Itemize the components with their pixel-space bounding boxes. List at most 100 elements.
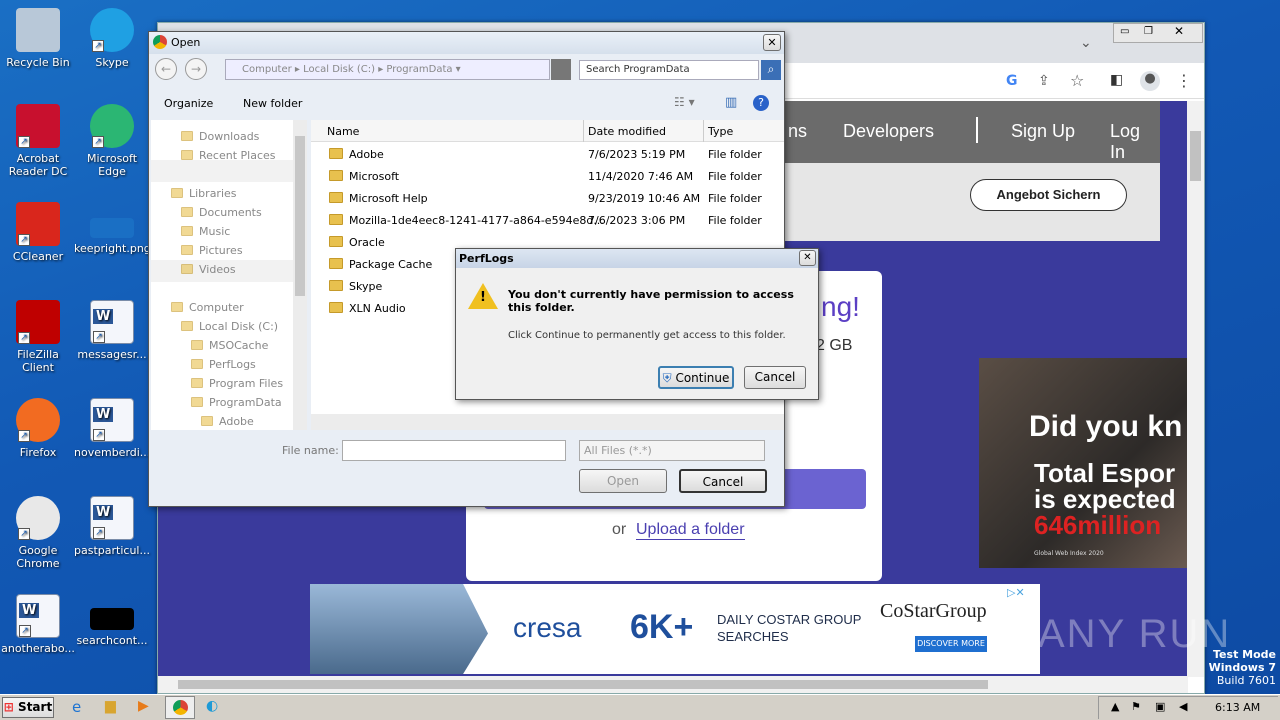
desktop-icon[interactable]: W ↗ pastparticul... bbox=[74, 496, 150, 557]
tray-expand-icon[interactable]: ▲ bbox=[1111, 700, 1119, 713]
open-dialog-cancel-button[interactable]: Cancel bbox=[679, 469, 767, 493]
close-icon[interactable]: ✕ bbox=[1174, 24, 1184, 38]
share-icon[interactable]: ⇪ bbox=[1038, 73, 1050, 89]
tree-item[interactable]: Computer bbox=[171, 301, 244, 314]
desktop-icon[interactable]: ↗ CCleaner bbox=[0, 202, 76, 263]
cresa-banner[interactable]: cresa 6K+ DAILY COSTAR GROUP SEARCHES Co… bbox=[310, 584, 1040, 674]
nav-developers[interactable]: Developers bbox=[843, 121, 934, 142]
tree-scrollbar[interactable] bbox=[293, 120, 307, 430]
breadcrumb[interactable]: Computer ▸ Local Disk (C:) ▸ ProgramData… bbox=[225, 59, 550, 80]
tree-item[interactable]: Adobe bbox=[201, 415, 254, 428]
crumb-programdata[interactable]: ProgramData bbox=[386, 64, 452, 75]
col-type[interactable]: Type bbox=[708, 125, 733, 138]
nav-login[interactable]: Log In bbox=[1110, 121, 1160, 163]
discover-more-button[interactable]: DISCOVER MORE bbox=[915, 636, 987, 652]
col-date[interactable]: Date modified bbox=[588, 125, 666, 138]
help-icon[interactable]: ? bbox=[753, 95, 769, 111]
nav-plans-partial[interactable]: ns bbox=[788, 121, 807, 142]
tree-item-label: Pictures bbox=[199, 244, 243, 257]
file-row[interactable]: Microsoft Help 9/23/2019 10:46 AM File fol… bbox=[329, 192, 762, 214]
tree-item[interactable]: Recent Places bbox=[181, 149, 276, 162]
nav-signup[interactable]: Sign Up bbox=[1011, 121, 1075, 142]
tree-item[interactable]: Documents bbox=[181, 206, 262, 219]
tab-search-icon[interactable]: ⌄ bbox=[1080, 35, 1092, 51]
filename-input[interactable] bbox=[342, 440, 566, 461]
desktop-icon[interactable]: ↗ FileZilla Client bbox=[0, 300, 76, 374]
search-input[interactable]: Search ProgramData bbox=[579, 60, 759, 80]
view-options-icon[interactable]: ☷ ▾ bbox=[674, 95, 695, 109]
col-name[interactable]: Name bbox=[327, 125, 359, 138]
tree-item[interactable]: Program Files bbox=[191, 377, 283, 390]
new-folder-button[interactable]: New folder bbox=[243, 97, 302, 110]
ie-icon[interactable]: e bbox=[72, 698, 81, 716]
clock[interactable]: 6:13 AM bbox=[1215, 701, 1260, 714]
google-icon[interactable]: G bbox=[1006, 73, 1018, 89]
crumb-localdisk[interactable]: Local Disk (C:) bbox=[303, 64, 375, 75]
menu-icon[interactable]: ⋮ bbox=[1176, 71, 1192, 90]
preview-pane-icon[interactable]: ▥ bbox=[725, 95, 737, 110]
desktop-icon[interactable]: ↗ Firefox bbox=[0, 398, 76, 459]
tree-item[interactable]: Videos bbox=[181, 263, 236, 276]
ad-image[interactable]: Did you kn Total Espor is expected 646mi… bbox=[979, 358, 1188, 568]
horizontal-scrollbar[interactable] bbox=[158, 676, 1188, 693]
permission-close-button[interactable]: ✕ bbox=[799, 250, 816, 266]
media-player-icon[interactable]: ▶ bbox=[138, 698, 149, 714]
tree-item[interactable]: ProgramData bbox=[191, 396, 282, 409]
angebot-sichern-button[interactable]: Angebot Sichern bbox=[970, 179, 1127, 211]
side-panel-icon[interactable]: ◧ bbox=[1110, 72, 1123, 88]
uac-shield-icon: ⛨ bbox=[662, 371, 672, 385]
file-row[interactable]: XLN Audio bbox=[329, 302, 406, 324]
desktop-icon[interactable]: searchcont... bbox=[74, 594, 150, 647]
explorer-icon[interactable]: ▆ bbox=[105, 698, 116, 714]
open-dialog-close-button[interactable]: ✕ bbox=[763, 34, 781, 51]
desktop-icon[interactable]: W ↗ anotherabo... bbox=[0, 594, 76, 655]
minimize-icon[interactable]: ▭ bbox=[1120, 26, 1129, 37]
network-icon[interactable]: ▣ bbox=[1155, 700, 1165, 713]
file-list-hscroll[interactable] bbox=[311, 414, 784, 430]
tree-item[interactable]: Libraries bbox=[171, 187, 237, 200]
desktop-icon[interactable]: ↗ Google Chrome bbox=[0, 496, 76, 570]
desktop-icon[interactable]: ↗ Microsoft Edge bbox=[74, 104, 150, 178]
upload-folder-link[interactable]: Upload a folder bbox=[636, 521, 745, 540]
desktop-icon[interactable]: keepright.png bbox=[74, 202, 151, 255]
start-button[interactable]: ⊞ Start bbox=[2, 697, 54, 718]
open-button[interactable]: Open bbox=[579, 469, 667, 493]
file-type: File folder bbox=[708, 214, 762, 227]
file-name: Skype bbox=[349, 280, 383, 293]
tree-item[interactable]: Local Disk (C:) bbox=[181, 320, 278, 333]
vertical-scrollbar[interactable] bbox=[1187, 101, 1204, 677]
back-button[interactable]: ← bbox=[155, 58, 177, 80]
tree-item[interactable]: Downloads bbox=[181, 130, 259, 143]
forward-button[interactable]: → bbox=[185, 58, 207, 80]
bookmark-star-icon[interactable]: ☆ bbox=[1070, 71, 1084, 90]
permission-cancel-button[interactable]: Cancel bbox=[744, 366, 806, 389]
maximize-icon[interactable]: ❐ bbox=[1144, 26, 1153, 37]
file-row[interactable]: Microsoft 11/4/2020 7:46 AM File folder bbox=[329, 170, 762, 192]
ad-choices-icon[interactable]: ▷✕ bbox=[1007, 586, 1025, 599]
chrome-taskbar-button[interactable] bbox=[165, 696, 195, 719]
organize-menu[interactable]: Organize bbox=[164, 97, 213, 110]
tree-item[interactable]: PerfLogs bbox=[191, 358, 256, 371]
file-row[interactable]: Package Cache bbox=[329, 258, 432, 280]
volume-icon[interactable]: ◀ bbox=[1179, 700, 1187, 713]
desktop-icon[interactable]: ↗ Acrobat Reader DC bbox=[0, 104, 76, 178]
search-icon[interactable]: ⌕ bbox=[761, 60, 781, 80]
refresh-button[interactable] bbox=[551, 59, 571, 80]
crumb-computer[interactable]: Computer bbox=[242, 64, 292, 75]
file-row[interactable]: Adobe 7/6/2023 5:19 PM File folder bbox=[329, 148, 762, 170]
continue-button[interactable]: ⛨ Continue bbox=[658, 366, 734, 389]
file-row[interactable]: Mozilla-1de4eec8-1241-4177-a864-e594e8d.… bbox=[329, 214, 762, 236]
desktop-icon[interactable]: W ↗ novemberdi... bbox=[74, 398, 150, 459]
tree-item[interactable]: Pictures bbox=[181, 244, 243, 257]
file-type-select[interactable]: All Files (*.*) bbox=[579, 440, 765, 461]
profile-icon[interactable]: ● bbox=[1140, 71, 1160, 91]
desktop-icon[interactable]: ↗ Skype bbox=[74, 8, 150, 69]
desktop-icon[interactable]: Recycle Bin bbox=[0, 8, 76, 69]
file-row[interactable]: Oracle bbox=[329, 236, 385, 258]
flag-icon[interactable]: ⚑ bbox=[1131, 700, 1141, 713]
file-row[interactable]: Skype bbox=[329, 280, 382, 302]
tree-item[interactable]: Music bbox=[181, 225, 230, 238]
desktop-icon[interactable]: W ↗ messagesr... bbox=[74, 300, 150, 361]
tree-item[interactable]: MSOCache bbox=[191, 339, 268, 352]
edge-taskbar-icon[interactable]: ◐ bbox=[206, 698, 218, 714]
